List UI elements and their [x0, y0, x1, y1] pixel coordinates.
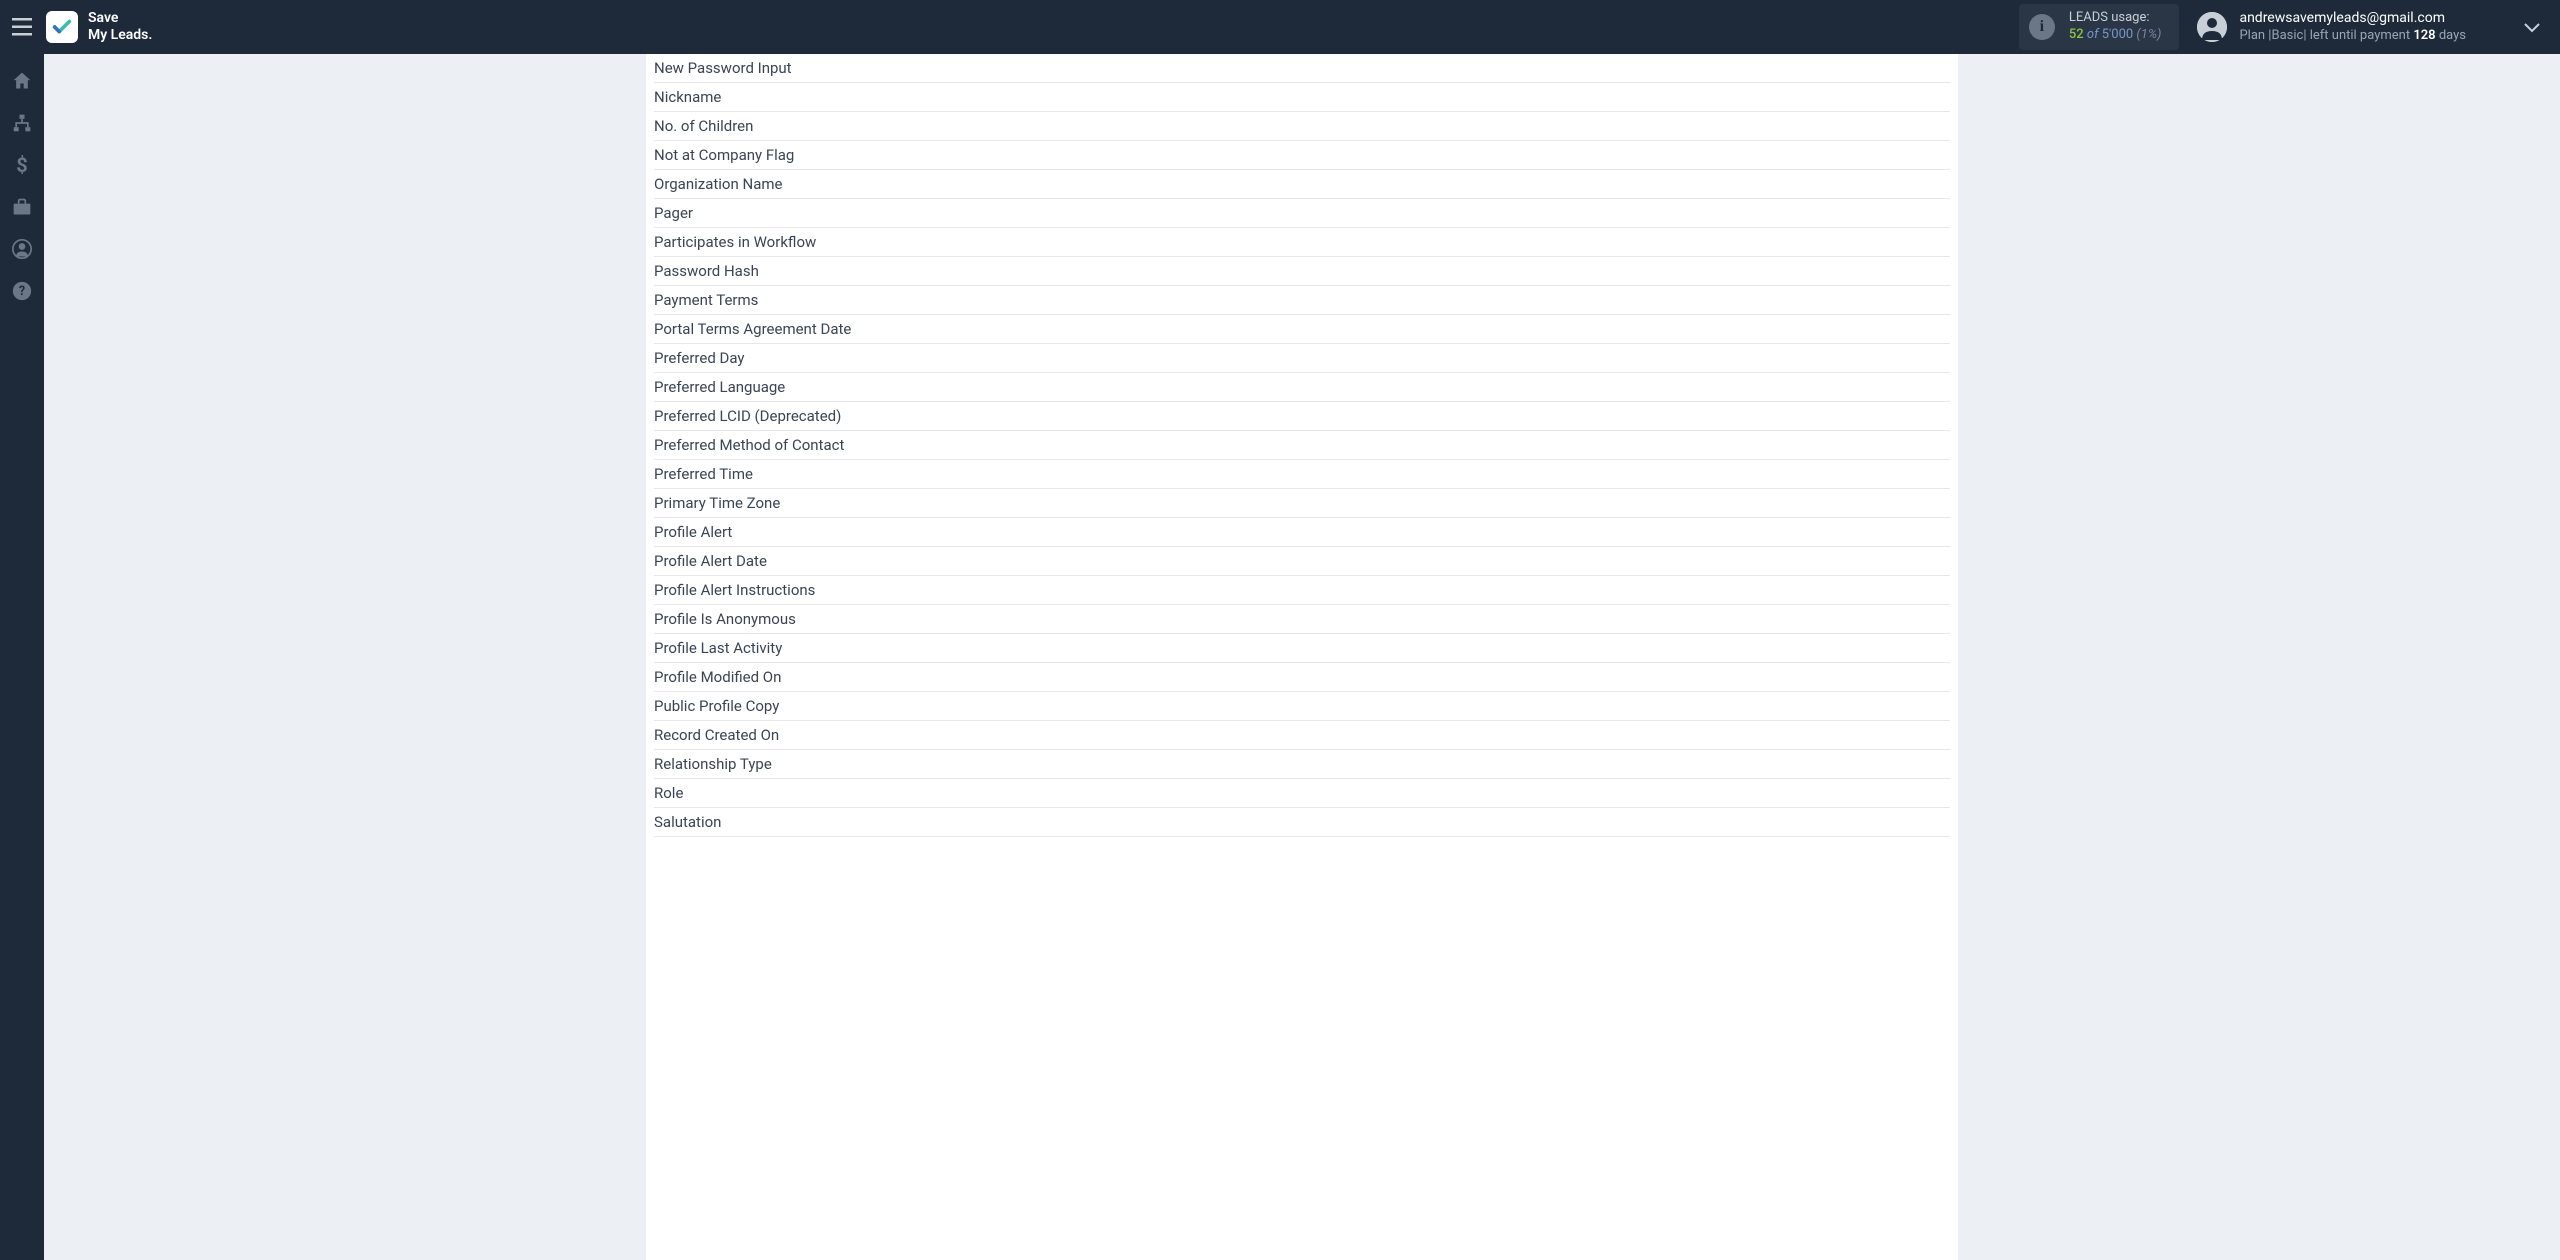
field-option[interactable]: Profile Alert Date [654, 547, 1950, 576]
field-option[interactable]: Profile Last Activity [654, 634, 1950, 663]
logo-text: Save My Leads. [88, 10, 152, 44]
usage-text: LEADS usage: 52 of 5'000 (1%) [2069, 10, 2162, 44]
field-option[interactable]: Profile Modified On [654, 663, 1950, 692]
field-option[interactable]: Role [654, 779, 1950, 808]
field-option[interactable]: Salutation [654, 808, 1950, 837]
user-block[interactable]: andrewsavemyleads@gmail.com Plan |Basic|… [2197, 9, 2466, 44]
field-option[interactable]: Payment Terms [654, 286, 1950, 315]
user-info: andrewsavemyleads@gmail.com Plan |Basic|… [2239, 9, 2466, 44]
avatar-icon [2197, 12, 2227, 42]
briefcase-icon [12, 198, 32, 216]
logo[interactable]: Save My Leads. [46, 10, 152, 44]
user-menu-toggle[interactable] [2524, 18, 2540, 37]
svg-text:?: ? [19, 284, 25, 299]
field-option[interactable]: Password Hash [654, 257, 1950, 286]
field-option[interactable]: Record Created On [654, 721, 1950, 750]
field-option[interactable]: Relationship Type [654, 750, 1950, 779]
main-content: New Password InputNicknameNo. of Childre… [44, 54, 2560, 1260]
app-header: Save My Leads. i LEADS usage: 52 of 5'00… [0, 0, 2560, 54]
field-option[interactable]: Profile Alert Instructions [654, 576, 1950, 605]
field-list: New Password InputNicknameNo. of Childre… [646, 54, 1958, 837]
field-option[interactable]: Portal Terms Agreement Date [654, 315, 1950, 344]
header-right: i LEADS usage: 52 of 5'000 (1%) andrew [2019, 4, 2560, 50]
hamburger-icon [12, 18, 32, 36]
chevron-down-icon [2524, 23, 2540, 33]
field-option[interactable]: Profile Is Anonymous [654, 605, 1950, 634]
user-icon [12, 239, 32, 259]
sidebar: $ ? [0, 54, 44, 1260]
logo-icon [46, 11, 78, 43]
sidebar-item-briefcase[interactable] [0, 186, 44, 228]
field-option[interactable]: Preferred Day [654, 344, 1950, 373]
layout: $ ? New Password InputNicknameNo. of [0, 54, 2560, 1260]
question-icon: ? [12, 281, 32, 301]
field-option[interactable]: New Password Input [654, 54, 1950, 83]
field-option[interactable]: No. of Children [654, 112, 1950, 141]
field-option[interactable]: Public Profile Copy [654, 692, 1950, 721]
field-option[interactable]: Profile Alert [654, 518, 1950, 547]
home-icon [12, 71, 32, 91]
field-option[interactable]: Preferred Method of Contact [654, 431, 1950, 460]
info-icon: i [2029, 14, 2055, 40]
sidebar-item-home[interactable] [0, 60, 44, 102]
field-option[interactable]: Pager [654, 199, 1950, 228]
field-option[interactable]: Not at Company Flag [654, 141, 1950, 170]
field-option[interactable]: Primary Time Zone [654, 489, 1950, 518]
field-option[interactable]: Preferred LCID (Deprecated) [654, 402, 1950, 431]
field-option[interactable]: Nickname [654, 83, 1950, 112]
field-option[interactable]: Preferred Time [654, 460, 1950, 489]
sidebar-item-help[interactable]: ? [0, 270, 44, 312]
field-option[interactable]: Participates in Workflow [654, 228, 1950, 257]
usage-badge[interactable]: i LEADS usage: 52 of 5'000 (1%) [2019, 4, 2180, 50]
dollar-icon: $ [15, 155, 29, 175]
sidebar-item-profile[interactable] [0, 228, 44, 270]
field-option[interactable]: Organization Name [654, 170, 1950, 199]
sidebar-item-connections[interactable] [0, 102, 44, 144]
field-option[interactable]: Preferred Language [654, 373, 1950, 402]
menu-toggle[interactable] [0, 0, 44, 54]
sidebar-item-billing[interactable]: $ [0, 144, 44, 186]
field-list-panel: New Password InputNicknameNo. of Childre… [646, 54, 1958, 1260]
svg-text:$: $ [16, 155, 27, 175]
sitemap-icon [12, 113, 32, 133]
